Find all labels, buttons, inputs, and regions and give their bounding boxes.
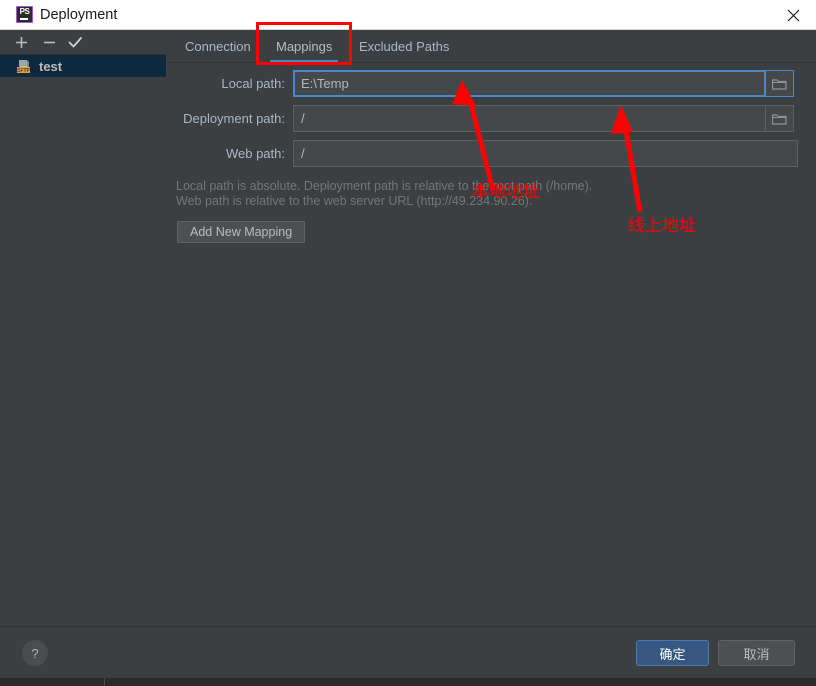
svg-text:SFTP: SFTP	[17, 68, 30, 74]
server-list-toolbar	[0, 30, 166, 55]
mapping-hint-line-2: Web path is relative to the web server U…	[176, 194, 533, 208]
server-list-item-label: test	[39, 58, 63, 74]
local-path-input[interactable]: E:\Temp	[293, 70, 766, 97]
server-list: SFTP test	[0, 55, 166, 625]
deployment-path-input[interactable]: /	[293, 105, 766, 132]
tab-mappings[interactable]: Mappings	[264, 30, 344, 63]
phpstorm-icon: PS	[16, 6, 33, 23]
title-bar: PS Deployment	[0, 0, 816, 30]
remove-server-button[interactable]	[36, 30, 62, 55]
add-server-button[interactable]	[8, 30, 34, 55]
local-path-browse-button[interactable]	[765, 70, 794, 97]
close-button[interactable]	[770, 0, 816, 30]
bottom-strip-separator	[104, 678, 105, 686]
question-mark-icon: ?	[31, 645, 39, 661]
plus-icon	[15, 37, 27, 48]
help-button[interactable]: ?	[22, 640, 48, 666]
deployment-dialog: PS Deployment SFTP test Connection Mappi…	[0, 0, 816, 686]
phpstorm-icon-text: PS	[19, 7, 30, 16]
local-path-label: Local path:	[221, 76, 285, 91]
mapping-hint-line-1: Local path is absolute. Deployment path …	[176, 179, 593, 193]
deployment-path-browse-button[interactable]	[765, 105, 794, 132]
tab-excluded-paths-label: Excluded Paths	[359, 39, 450, 54]
server-list-item-test[interactable]: SFTP test	[0, 55, 166, 77]
window-title: Deployment	[40, 7, 118, 23]
folder-icon	[772, 113, 787, 125]
tab-mappings-underline	[270, 60, 339, 63]
web-path-label: Web path:	[225, 146, 285, 161]
tab-excluded-paths[interactable]: Excluded Paths	[347, 30, 461, 63]
bottom-strip	[0, 678, 816, 686]
tab-mappings-label: Mappings	[276, 39, 333, 54]
check-icon	[68, 37, 82, 48]
deployment-path-label: Deployment path:	[183, 111, 285, 126]
phpstorm-icon-bar	[20, 18, 28, 20]
folder-icon	[772, 78, 787, 90]
ok-button[interactable]: 确定	[636, 640, 709, 666]
add-new-mapping-button[interactable]: Add New Mapping	[177, 221, 306, 243]
sftp-server-icon: SFTP	[16, 59, 32, 74]
minus-icon	[43, 41, 55, 44]
tab-connection-label: Connection	[185, 39, 251, 54]
mapping-hint-text: Local path is absolute. Deployment path …	[176, 179, 646, 209]
web-path-input[interactable]: /	[293, 140, 798, 167]
cancel-button[interactable]: 取消	[718, 640, 795, 666]
tab-connection[interactable]: Connection	[173, 30, 263, 63]
dialog-footer: ? 确定 取消	[0, 626, 816, 678]
settings-pane: Connection Mappings Excluded Paths Local…	[167, 30, 816, 625]
server-list-pane: SFTP test	[0, 30, 166, 625]
close-icon	[787, 9, 799, 21]
tab-bar: Connection Mappings Excluded Paths	[167, 30, 816, 63]
set-default-server-button[interactable]	[62, 30, 88, 55]
